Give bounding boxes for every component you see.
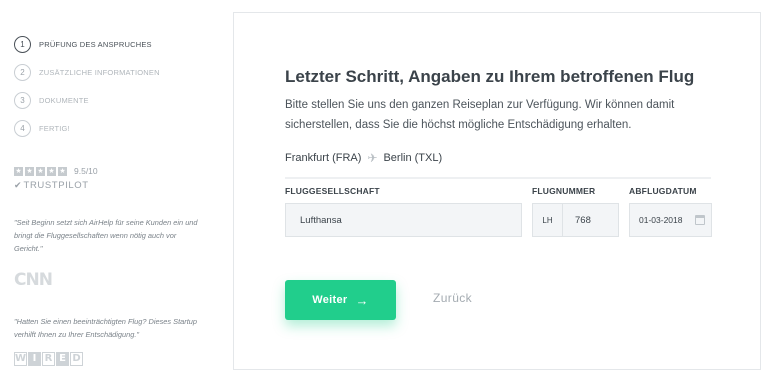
step-label: ZUSÄTZLICHE INFORMATIONEN [39,67,160,77]
cnn-logo: CNN [14,270,53,290]
step-label: PRÜFUNG DES ANSPRUCHES [39,39,152,49]
trustpilot-rating: ★ ★ ★ ★ ★ 9.5/10 ✔ TRUSTPILOT [14,166,98,191]
step-2: 2 ZUSÄTZLICHE INFORMATIONEN [14,58,160,86]
flight-number-label: FLUGNUMMER [532,186,596,196]
calendar-icon[interactable] [695,215,705,225]
route-destination: Berlin (TXL) [383,152,443,164]
departure-date-label: ABFLUGDATUM [629,186,697,196]
route-divider [285,177,711,179]
rating-score: 9.5/10 [74,166,98,176]
press-quote: "Seit Beginn setzt sich AirHelp für sein… [14,218,198,253]
press-quote: "Hatten Sie einen beeinträchtigten Flug?… [14,317,197,339]
star-icon: ★ [14,166,23,176]
step-label: FERTIG! [39,123,70,133]
back-button[interactable]: Zurück [433,291,472,305]
step-3: 3 DOKUMENTE [14,86,160,114]
flight-number-input[interactable]: 768 [563,215,591,226]
step-4: 4 FERTIG! [14,114,160,142]
airline-label: FLUGGESELLSCHAFT [285,186,380,196]
star-icon: ★ [47,166,56,176]
airline-code-prefix: LH [533,204,563,236]
arrow-right-icon: → [355,292,369,308]
flight-route: Frankfurt (FRA) ✈ Berlin (TXL) [285,151,442,165]
trustpilot-check-icon: ✔ [14,180,22,190]
departure-date-value: 01-03-2018 [639,215,683,225]
step-number: 2 [14,63,31,81]
trustpilot-logo: ✔ TRUSTPILOT [14,180,98,191]
sidebar: 1 PRÜFUNG DES ANSPRUCHES 2 ZUSÄTZLICHE I… [0,0,215,380]
star-icon: ★ [36,166,45,176]
next-button-label: Weiter [312,294,348,306]
page-title: Letzter Schritt, Angaben zu Ihrem betrof… [285,67,695,86]
star-icon: ★ [25,166,34,176]
progress-steps: 1 PRÜFUNG DES ANSPRUCHES 2 ZUSÄTZLICHE I… [14,30,160,142]
flight-details-card: Letzter Schritt, Angaben zu Ihrem betrof… [233,12,761,370]
step-1: 1 PRÜFUNG DES ANSPRUCHES [14,30,160,58]
next-button[interactable]: Weiter → [285,280,396,320]
departure-date-input[interactable]: 01-03-2018 [629,203,712,237]
step-label: DOKUMENTE [39,95,89,105]
airplane-icon: ✈ [367,151,378,165]
wired-logo: WIRED [14,352,83,366]
flight-number-field: LH 768 [532,203,619,237]
step-number: 1 [14,35,31,53]
trustpilot-name: TRUSTPILOT [23,180,89,191]
rating-stars: ★ ★ ★ ★ ★ 9.5/10 [14,166,98,176]
star-icon: ★ [58,166,67,176]
step-number: 4 [14,119,31,137]
route-origin: Frankfurt (FRA) [285,152,362,164]
page-description: Bitte stellen Sie uns den ganzen Reisepl… [285,99,675,131]
step-number: 3 [14,91,31,109]
airline-input[interactable]: Lufthansa [285,203,522,237]
